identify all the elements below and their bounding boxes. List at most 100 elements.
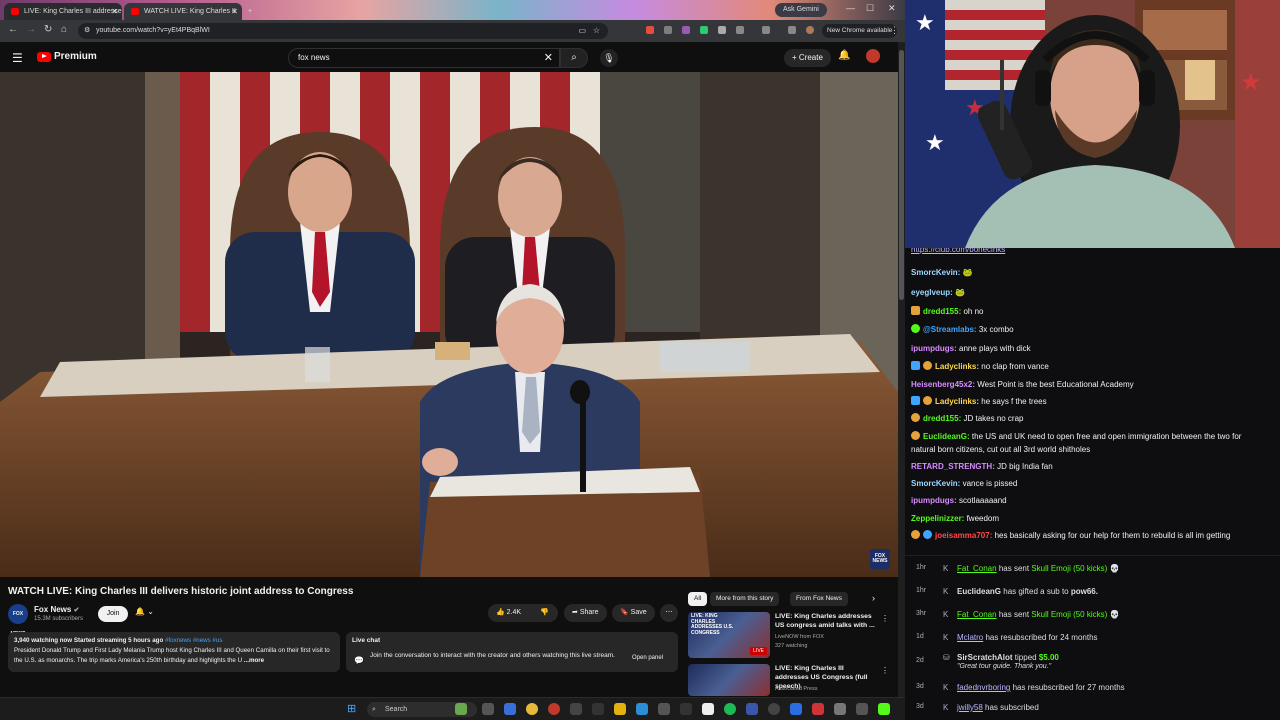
related-video[interactable]: LIVE: KING CHARLES ADDRESSES U.S. CONGRE… [688, 612, 893, 662]
notifications-bell-icon[interactable]: 🔔 [838, 50, 850, 61]
chat-username[interactable]: dredd155: [923, 414, 961, 423]
hashtags[interactable]: #foxnews #news #us [165, 637, 222, 644]
maximize-icon[interactable]: ☐ [866, 3, 874, 14]
chat-username[interactable]: EuclideanG: [923, 432, 970, 441]
chat-username[interactable]: SmorcKevin: [911, 479, 960, 488]
tab-live-king-charles[interactable]: LIVE: King Charles III addresse ✕ [4, 3, 122, 20]
chevron-right-icon[interactable]: › [872, 593, 875, 603]
chat-username[interactable]: Ladyclinks: [935, 397, 979, 406]
event-user[interactable]: EuclideanG [957, 587, 1001, 596]
browser-menu-icon[interactable]: ⋮ [890, 25, 899, 36]
chat-username[interactable]: SmorcKevin: [911, 268, 960, 277]
extensions-puzzle-icon[interactable] [736, 26, 744, 34]
event-user[interactable]: jwilly58 [957, 703, 983, 712]
event-user[interactable]: Fat_Conan [957, 564, 997, 573]
event-user[interactable]: Fat_Conan [957, 610, 997, 619]
taskbar-app-icon[interactable] [834, 703, 846, 715]
taskbar-app-icon[interactable] [680, 703, 692, 715]
video-player[interactable]: FOX NEWS [0, 72, 898, 577]
event-user[interactable]: Mclatro [957, 633, 983, 642]
minimize-icon[interactable]: — [846, 3, 855, 13]
hamburger-menu-icon[interactable]: ☰ [12, 51, 23, 65]
save-button[interactable]: 🔖 Save [612, 604, 655, 622]
like-button[interactable]: 👍 2.4K [496, 609, 521, 616]
taskbar-app-icon[interactable] [592, 703, 604, 715]
extension-icon[interactable] [700, 26, 708, 34]
kick-icon[interactable] [878, 703, 890, 715]
tab-watch-live[interactable]: WATCH LIVE: King Charles II ✕ [124, 3, 242, 20]
create-button[interactable]: + Create [784, 49, 831, 67]
chat-username[interactable]: dredd155: [923, 307, 961, 316]
close-window-icon[interactable]: ✕ [888, 3, 896, 14]
more-vertical-icon[interactable]: ⋮ [881, 666, 889, 675]
taskbar-app-icon[interactable] [856, 703, 868, 715]
new-chrome-available-button[interactable]: New Chrome available [822, 24, 898, 38]
forward-icon[interactable]: → [26, 24, 36, 35]
taskbar-app-icon[interactable] [636, 703, 648, 715]
chrome-icon[interactable] [526, 703, 538, 715]
chat-username[interactable]: RETARD_STRENGTH: [911, 462, 995, 471]
taskbar-app-icon[interactable] [504, 703, 516, 715]
channel-name[interactable]: Fox News ✔ [34, 605, 79, 614]
show-more-link[interactable]: ...more [244, 657, 264, 664]
event-user[interactable]: SirScratchAlot [957, 653, 1013, 662]
windows-start-icon[interactable]: ⊞ [347, 702, 356, 715]
chat-username[interactable]: Ladyclinks: [935, 362, 979, 371]
open-panel-button[interactable]: Open panel [632, 655, 663, 661]
sidebar-icon[interactable] [762, 26, 770, 34]
file-explorer-icon[interactable] [614, 703, 626, 715]
channel-avatar[interactable]: FOX NEWS [8, 604, 28, 637]
task-view-icon[interactable] [482, 703, 494, 715]
ask-gemini-button[interactable]: Ask Gemini [775, 3, 827, 17]
chat-username[interactable]: @Streamlabs: [923, 325, 977, 334]
taskbar-app-icon[interactable] [746, 703, 758, 715]
extension-icon[interactable] [682, 26, 690, 34]
dislike-button[interactable]: 👎 [540, 604, 549, 622]
profile-avatar[interactable] [806, 26, 814, 34]
site-info-icon[interactable]: ⚙ [84, 23, 90, 39]
extension-icon[interactable] [646, 26, 654, 34]
chat-username[interactable]: ipumpdugs: [911, 496, 957, 505]
close-tab-icon[interactable]: ✕ [231, 3, 238, 20]
more-vertical-icon[interactable]: ⋮ [881, 614, 889, 623]
clear-search-icon[interactable]: ✕ [544, 49, 553, 67]
taskbar-app-icon[interactable] [658, 703, 670, 715]
search-button[interactable]: ⌕ [560, 48, 588, 68]
taskbar-app-icon[interactable] [790, 703, 802, 715]
description-box[interactable]: 3,940 watching now Started streaming 5 h… [8, 632, 340, 672]
subscription-bell-button[interactable]: 🔔 ⌄ [135, 607, 154, 616]
event-user[interactable]: fadednvrboring [957, 683, 1010, 692]
search-input[interactable]: fox news ✕ [288, 48, 560, 68]
taskbar-app-icon[interactable] [455, 703, 467, 715]
chip-more-from-this-story[interactable]: More from this story [710, 592, 780, 606]
chat-username[interactable]: Heisenberg45x2: [911, 380, 975, 389]
url-bar[interactable]: ⚙ youtube.com/watch?v=yEt4PBqBlWI ▭ ☆ [78, 23, 608, 39]
back-icon[interactable]: ← [8, 24, 18, 35]
chat-username[interactable]: eyeglveup: [911, 288, 953, 297]
chat-username[interactable]: ipumpdugs: [911, 344, 957, 353]
chat-username[interactable]: Zeppelinizzer: [911, 514, 964, 523]
join-button[interactable]: Join [98, 606, 128, 622]
taskbar-app-icon[interactable] [570, 703, 582, 715]
voice-search-button[interactable]: 🎙 [600, 49, 618, 67]
cast-icon[interactable]: ▭ [578, 23, 586, 39]
more-actions-button[interactable]: ⋯ [660, 604, 678, 622]
chip-from-fox-news[interactable]: From Fox News [790, 592, 848, 606]
extension-icon[interactable] [664, 26, 672, 34]
chat-link[interactable]: https://club.com/bonecinks [911, 248, 1271, 256]
spotify-icon[interactable] [724, 703, 736, 715]
related-video[interactable]: LIVE: King Charles III addresses US Cong… [688, 664, 893, 696]
bookmark-star-icon[interactable]: ☆ [593, 23, 600, 39]
page-scrollbar[interactable] [898, 42, 905, 697]
downloads-icon[interactable] [788, 26, 796, 34]
home-icon[interactable]: ⌂ [61, 24, 67, 35]
scrollbar-thumb[interactable] [899, 50, 904, 300]
taskbar-app-icon[interactable] [812, 703, 824, 715]
taskbar-app-icon[interactable] [768, 703, 780, 715]
chat-username[interactable]: joeisamma707: [935, 531, 992, 540]
account-avatar[interactable] [866, 49, 880, 63]
share-button[interactable]: ➦ Share [564, 604, 607, 622]
extension-icon[interactable] [718, 26, 726, 34]
chip-all[interactable]: All [688, 592, 708, 606]
taskbar-app-icon[interactable] [548, 703, 560, 715]
